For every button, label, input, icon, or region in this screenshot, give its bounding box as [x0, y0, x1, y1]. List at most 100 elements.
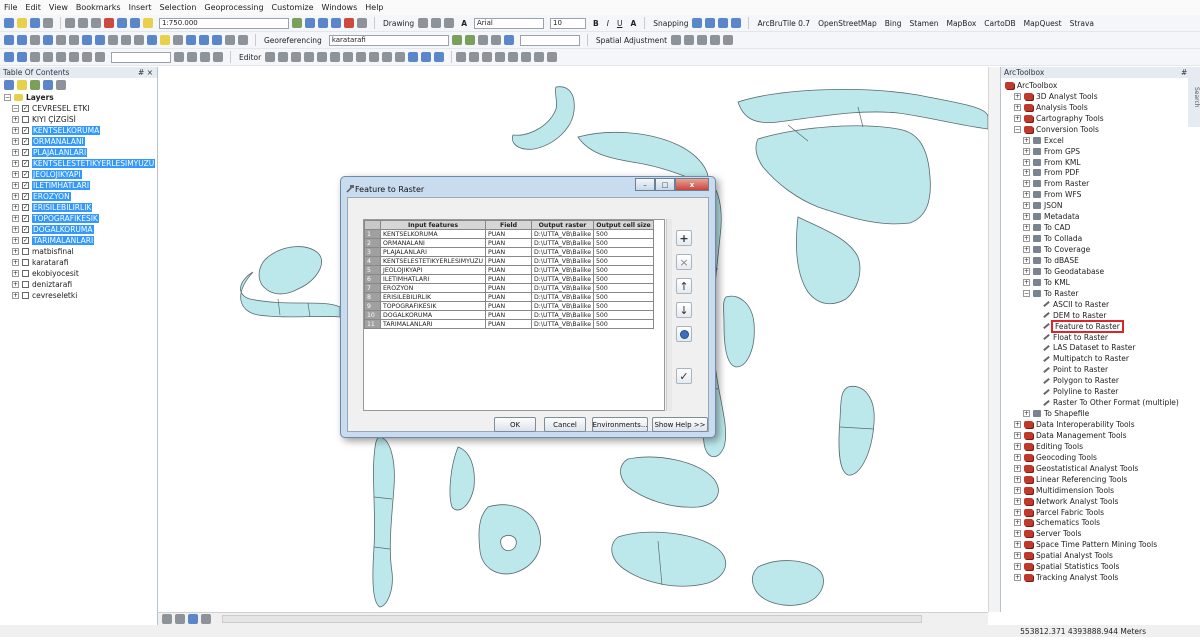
toolbox-item[interactable]: + Spatial Analyst Tools [1001, 550, 1200, 561]
expand-icon[interactable]: + [1023, 224, 1030, 232]
toolbox-item[interactable]: LAS Dataset to Raster [1001, 343, 1200, 354]
network-icon[interactable] [469, 52, 480, 62]
toc-pin-close[interactable]: # × [138, 68, 153, 77]
hyperlink-icon[interactable] [160, 35, 170, 45]
go-to-xy-icon[interactable] [212, 35, 222, 45]
layer-visibility-checkbox[interactable] [22, 116, 29, 123]
toolbox-item[interactable]: + To CAD [1001, 222, 1200, 233]
expand-icon[interactable]: + [1014, 519, 1021, 527]
menu-file[interactable]: File [4, 3, 17, 12]
text-tool[interactable]: A [461, 19, 467, 28]
toc-layer[interactable]: + ✓ PLAJALANLARI [0, 147, 157, 158]
layer-visibility-checkbox[interactable]: ✓ [22, 105, 29, 112]
toolbox-item[interactable]: + To KML [1001, 277, 1200, 288]
toc-options-icon[interactable] [56, 80, 66, 90]
advanced-edit-icon[interactable] [508, 52, 519, 62]
table-cell[interactable]: D:\UTTA_VB\Balike [531, 319, 594, 329]
parcel-icon[interactable] [495, 52, 506, 62]
expand-icon[interactable]: + [12, 270, 19, 277]
dimension-icon[interactable] [521, 52, 532, 62]
redo-icon[interactable] [130, 18, 140, 28]
view-links-icon[interactable] [710, 35, 721, 45]
expand-icon[interactable]: + [1014, 114, 1021, 122]
expand-icon[interactable]: + [1014, 486, 1021, 494]
toolbox-item[interactable]: + To Coverage [1001, 244, 1200, 255]
toc-layer[interactable]: + ✓ TARIMALANLARI [0, 235, 157, 246]
map-scale-combo[interactable]: 1:750.000 [159, 17, 289, 29]
layer-visibility-checkbox[interactable]: ✓ [22, 138, 29, 145]
expand-icon[interactable]: − [1014, 125, 1021, 133]
full-extent-icon[interactable] [43, 35, 53, 45]
toc-layer[interactable]: + ekobiyocesit [0, 268, 157, 279]
layout-view-icon[interactable] [175, 614, 185, 624]
edit-annotation-icon[interactable] [278, 52, 289, 62]
close-button[interactable]: x [675, 178, 709, 191]
expand-icon[interactable]: + [12, 259, 19, 266]
toolbox-item[interactable]: Multipatch to Raster [1001, 353, 1200, 364]
toc-layer[interactable]: + ✓ KENTSELKORUMA [0, 125, 157, 136]
move-up-button[interactable]: ↑ [676, 278, 692, 294]
font-name-combo[interactable]: Arial [474, 17, 544, 29]
find-route-icon[interactable] [199, 35, 209, 45]
expand-icon[interactable]: + [1023, 202, 1030, 210]
table-cell[interactable]: KENTSELKORUMA [379, 229, 487, 239]
layout-forward-icon[interactable] [82, 52, 92, 62]
split-icon[interactable] [382, 52, 393, 62]
toc-layer[interactable]: + ✓ TOPOGRAFIKESIK [0, 213, 157, 224]
toolbox-item[interactable]: + From Raster [1001, 178, 1200, 189]
toolbox-item[interactable]: + Network Analyst Tools [1001, 496, 1200, 507]
topology-icon[interactable] [456, 52, 467, 62]
layer-visibility-checkbox[interactable]: ✓ [22, 226, 29, 233]
snapping-menu[interactable]: Snapping [653, 19, 688, 28]
toolbox-item[interactable]: Point to Raster [1001, 364, 1200, 375]
toolbox-item[interactable]: ASCII to Raster [1001, 299, 1200, 310]
select-elements-icon[interactable] [418, 18, 429, 28]
toolbox-item[interactable]: + Multidimension Tools [1001, 485, 1200, 496]
table-row[interactable]: 1 KENTSELKORUMA PUAN D:\UTTA_VB\Balike 500 [364, 229, 654, 239]
zoom-whole-page-icon[interactable] [43, 52, 53, 62]
table-cell[interactable]: PUAN [485, 310, 533, 320]
horizontal-scrollbar[interactable] [222, 615, 922, 623]
table-cell[interactable]: D:\UTTA_VB\Balike [531, 247, 594, 257]
expand-icon[interactable]: + [12, 226, 19, 233]
basemap-menu[interactable]: OpenStreetMap [818, 19, 877, 28]
rotate-raster-icon[interactable] [477, 35, 488, 45]
toolbox-item[interactable]: + Linear Referencing Tools [1001, 474, 1200, 485]
table-cell[interactable]: D:\UTTA_VB\Balike [531, 310, 594, 320]
table-cell[interactable]: PUAN [485, 247, 533, 257]
toolbox-item[interactable]: Raster To Other Format (multiple) [1001, 397, 1200, 408]
toolbox-item[interactable]: − To Raster [1001, 288, 1200, 299]
editor-menu[interactable]: Editor [239, 53, 261, 62]
expand-icon[interactable]: + [1014, 508, 1021, 516]
expand-icon[interactable]: + [1023, 169, 1030, 177]
expand-icon[interactable]: + [12, 215, 19, 222]
create-features-icon[interactable] [434, 52, 445, 62]
basemap-menu[interactable]: Bing [885, 19, 902, 28]
attributes-icon[interactable] [408, 52, 419, 62]
layer-visibility-checkbox[interactable] [22, 270, 29, 277]
expand-icon[interactable]: + [12, 160, 19, 167]
remove-row-button[interactable]: × [676, 254, 692, 270]
basemap-menu[interactable]: Stamen [910, 19, 939, 28]
maximize-button[interactable]: □ [655, 178, 675, 191]
layer-visibility-checkbox[interactable] [22, 292, 29, 299]
font-color-button[interactable]: A [630, 19, 636, 28]
expand-icon[interactable]: + [12, 149, 19, 156]
menu-edit[interactable]: Edit [25, 3, 41, 12]
toolbox-item[interactable]: + Space Time Pattern Mining Tools [1001, 539, 1200, 550]
georeferencing-layer-combo[interactable]: karatarafi [328, 34, 449, 46]
cancel-button[interactable]: Cancel [544, 417, 586, 432]
toolbox-item[interactable]: + To dBASE [1001, 255, 1200, 266]
expand-icon[interactable]: + [12, 127, 19, 134]
layout-back-icon[interactable] [69, 52, 79, 62]
table-cell[interactable]: PUAN [485, 256, 533, 266]
toolbox-item[interactable]: + From GPS [1001, 146, 1200, 157]
fixed-zoom-out-icon[interactable] [69, 35, 79, 45]
table-of-contents-icon[interactable] [305, 18, 315, 28]
toolbox-item[interactable]: + From KML [1001, 157, 1200, 168]
refresh-icon[interactable] [188, 614, 198, 624]
reshape-icon[interactable] [356, 52, 367, 62]
expand-icon[interactable]: + [12, 116, 19, 123]
table-cell[interactable]: 500 [593, 229, 654, 239]
basemap-menu[interactable]: ArcBruTile 0.7 [757, 19, 810, 28]
